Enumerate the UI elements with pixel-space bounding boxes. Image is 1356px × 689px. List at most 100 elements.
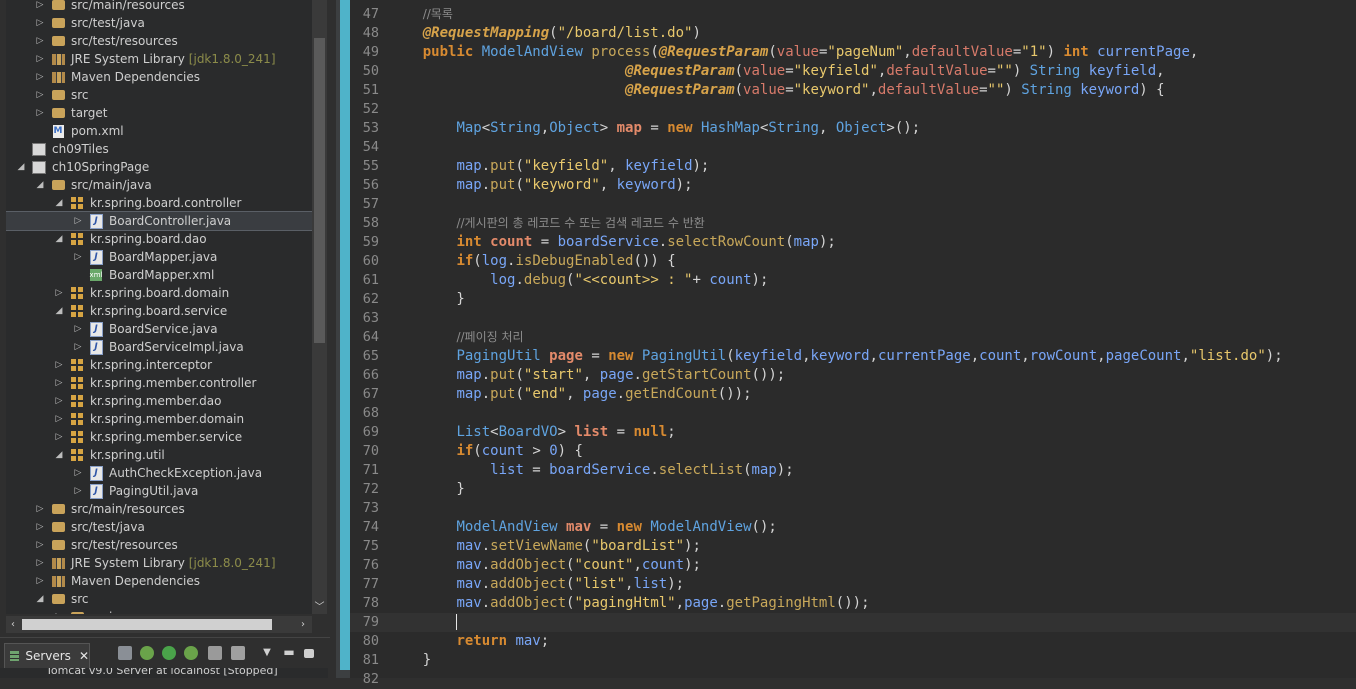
tree-item[interactable]: ◢ kr.spring.board.dao (6, 230, 312, 248)
collapsed-arrow-icon[interactable]: ▷ (35, 108, 45, 118)
tree-item[interactable]: ▷ JRE System Library [jdk1.8.0_241] (6, 50, 312, 68)
tree-item[interactable]: ◢ src (6, 590, 312, 608)
debug-server-icon[interactable] (140, 646, 154, 660)
tree-item[interactable]: ▷ Maven Dependencies (6, 572, 312, 590)
collapsed-arrow-icon[interactable]: ▷ (35, 522, 45, 532)
tree-item[interactable]: ch09Tiles (6, 140, 312, 158)
tree-item[interactable]: ▷ J AuthCheckException.java (6, 464, 312, 482)
code-line[interactable]: 69 List<BoardVO> list = null; (350, 423, 1356, 442)
expanded-arrow-icon[interactable]: ◢ (54, 450, 64, 460)
code-line[interactable]: 76 mav.addObject("count",count); (350, 556, 1356, 575)
project-tree[interactable]: ▷ src/main/resources ▷ src/test/java ▷ src/te… (6, 0, 312, 614)
collapsed-arrow-icon[interactable]: ▷ (35, 18, 45, 28)
expanded-arrow-icon[interactable]: ◢ (35, 180, 45, 190)
collapsed-arrow-icon[interactable]: ▷ (73, 486, 83, 496)
tree-item[interactable]: ▷ src/main/resources (6, 0, 312, 14)
tree-item[interactable]: ▷ src/test/java (6, 518, 312, 536)
scroll-down-arrow-icon[interactable]: ﹀ (312, 601, 327, 614)
maximize-icon[interactable] (304, 649, 314, 658)
tree-item[interactable]: ▷ src/test/java (6, 14, 312, 32)
code-line[interactable]: 67 map.put("end", page.getEndCount()); (350, 385, 1356, 404)
code-line[interactable]: 50 @RequestParam(value="keyfield",defaul… (350, 62, 1356, 81)
collapsed-arrow-icon[interactable]: ▷ (73, 252, 83, 262)
explorer-scroll-thumb[interactable] (314, 38, 325, 343)
start-server-icon[interactable] (162, 646, 176, 660)
tree-item[interactable]: ▷ src (6, 86, 312, 104)
collapsed-arrow-icon[interactable]: ▷ (54, 396, 64, 406)
code-line[interactable]: 49 public ModelAndView process(@RequestP… (350, 43, 1356, 62)
code-line[interactable]: 53 Map<String,Object> map = new HashMap<… (350, 119, 1356, 138)
view-menu-icon[interactable]: ▼ (260, 646, 274, 660)
stop-server-icon[interactable] (208, 646, 222, 660)
collapsed-arrow-icon[interactable]: ▷ (73, 342, 83, 352)
collapsed-arrow-icon[interactable]: ▷ (73, 324, 83, 334)
tree-item[interactable]: ◢ src/main/java (6, 176, 312, 194)
code-line[interactable]: 57 (350, 195, 1356, 214)
collapsed-arrow-icon[interactable]: ▷ (35, 576, 45, 586)
scroll-left-arrow-icon[interactable]: ‹ (6, 616, 20, 633)
code-line[interactable]: 64 //페이징 처리 (350, 328, 1356, 347)
explorer-hscroll-thumb[interactable] (22, 619, 272, 630)
code-line[interactable]: 60 if(log.isDebugEnabled()) { (350, 252, 1356, 271)
minimize-icon[interactable]: ▬ (282, 646, 296, 660)
tree-item[interactable]: ▷ main (6, 608, 312, 614)
close-icon[interactable]: ✕ (79, 649, 89, 663)
tree-item[interactable]: ▷ src/main/resources (6, 500, 312, 518)
server-entry[interactable]: Tomcat v9.0 Server at localhost [Stopped… (0, 668, 328, 678)
code-line[interactable]: 61 log.debug("<<count>> : "+ count); (350, 271, 1356, 290)
code-line[interactable]: 80 return mav; (350, 632, 1356, 651)
code-line[interactable]: 54 (350, 138, 1356, 157)
code-line[interactable]: 47 //목록 (350, 5, 1356, 24)
code-line[interactable]: 72 } (350, 480, 1356, 499)
tab-servers[interactable]: Servers ✕ (4, 643, 90, 668)
expanded-arrow-icon[interactable]: ◢ (35, 594, 45, 604)
collapsed-arrow-icon[interactable]: ▷ (54, 414, 64, 424)
code-line[interactable]: 55 map.put("keyfield", keyfield); (350, 157, 1356, 176)
collapsed-arrow-icon[interactable]: ▷ (35, 558, 45, 568)
code-line[interactable]: 71 list = boardService.selectList(map); (350, 461, 1356, 480)
code-line[interactable]: 68 (350, 404, 1356, 423)
code-line[interactable]: 73 (350, 499, 1356, 518)
code-line[interactable]: 58 //게시판의 총 레코드 수 또는 검색 레코드 수 반환 (350, 214, 1356, 233)
tree-item[interactable]: ▷ src/test/resources (6, 32, 312, 50)
code-line[interactable]: 75 mav.setViewName("boardList"); (350, 537, 1356, 556)
tree-item[interactable]: ▷ J BoardServiceImpl.java (6, 338, 312, 356)
publish-icon[interactable] (231, 646, 245, 660)
tree-item[interactable]: ▷ kr.spring.member.dao (6, 392, 312, 410)
code-line[interactable]: 78 mav.addObject("pagingHtml",page.getPa… (350, 594, 1356, 613)
scroll-right-arrow-icon[interactable]: › (296, 616, 310, 633)
code-line[interactable]: 81 } (350, 651, 1356, 670)
collapsed-arrow-icon[interactable]: ▷ (54, 360, 64, 370)
collapsed-arrow-icon[interactable]: ▷ (35, 0, 45, 10)
code-line[interactable]: 74 ModelAndView mav = new ModelAndView()… (350, 518, 1356, 537)
tree-item[interactable]: ▷ J PagingUtil.java (6, 482, 312, 500)
code-line[interactable]: 79 (350, 613, 1356, 632)
tree-item[interactable]: ▷ kr.spring.board.domain (6, 284, 312, 302)
tree-item[interactable]: ▷ J BoardService.java (6, 320, 312, 338)
tree-item[interactable]: ◢ kr.spring.board.controller (6, 194, 312, 212)
tree-item[interactable]: ▷ J BoardController.java (6, 211, 312, 231)
code-line[interactable]: 77 mav.addObject("list",list); (350, 575, 1356, 594)
tree-item[interactable]: ▷ Maven Dependencies (6, 68, 312, 86)
profile-server-icon[interactable] (184, 646, 198, 660)
expanded-arrow-icon[interactable]: ◢ (54, 198, 64, 208)
tree-item[interactable]: ▷ kr.spring.interceptor (6, 356, 312, 374)
code-line[interactable]: 52 (350, 100, 1356, 119)
collapsed-arrow-icon[interactable]: ▷ (73, 216, 83, 226)
tree-item[interactable]: ▷ kr.spring.member.domain (6, 410, 312, 428)
expanded-arrow-icon[interactable]: ◢ (54, 306, 64, 316)
code-line[interactable]: 65 PagingUtil page = new PagingUtil(keyf… (350, 347, 1356, 366)
code-line[interactable]: 82 (350, 670, 1356, 689)
collapsed-arrow-icon[interactable]: ▷ (35, 540, 45, 550)
expanded-arrow-icon[interactable]: ◢ (54, 234, 64, 244)
collapsed-arrow-icon[interactable]: ▷ (54, 432, 64, 442)
code-line[interactable]: 48 @RequestMapping("/board/list.do") (350, 24, 1356, 43)
code-line[interactable]: 66 map.put("start", page.getStartCount()… (350, 366, 1356, 385)
expanded-arrow-icon[interactable]: ◢ (16, 162, 26, 172)
tree-item[interactable]: ▷ kr.spring.member.controller (6, 374, 312, 392)
code-line[interactable]: 62 } (350, 290, 1356, 309)
collapse-all-icon[interactable] (118, 646, 132, 660)
collapsed-arrow-icon[interactable]: ▷ (35, 54, 45, 64)
tree-item[interactable]: ▷ JRE System Library [jdk1.8.0_241] (6, 554, 312, 572)
tree-item[interactable]: ▷ J BoardMapper.java (6, 248, 312, 266)
